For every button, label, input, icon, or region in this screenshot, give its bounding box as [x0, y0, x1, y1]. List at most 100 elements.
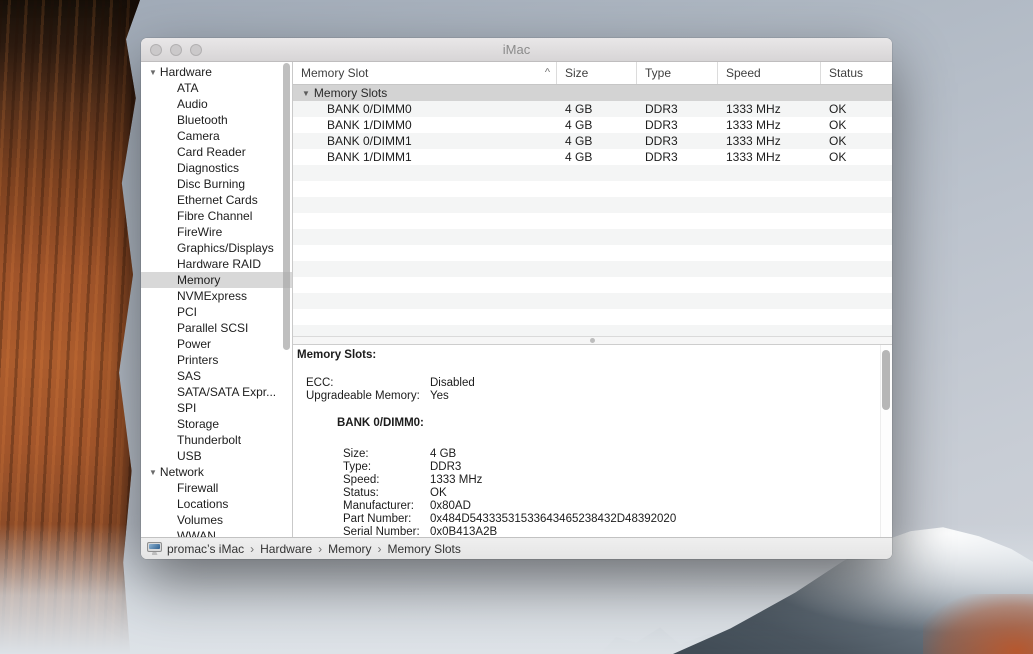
table-empty-rows	[293, 165, 892, 336]
breadcrumb-memory: Memory	[328, 542, 371, 556]
category-sidebar: ▼Hardware ATA Audio Bluetooth Camera Car…	[141, 62, 293, 537]
detail-label: Speed:	[343, 474, 430, 487]
cell-status: OK	[821, 133, 892, 149]
table-header: Memory Slot ^ Size Type Speed Status	[293, 62, 892, 85]
cell-status: OK	[821, 101, 892, 117]
sidebar-section-label: Hardware	[160, 65, 212, 79]
cell-slot: BANK 0/DIMM1	[293, 133, 557, 149]
close-button[interactable]	[150, 44, 162, 56]
disclosure-triangle-icon: ▼	[302, 89, 310, 98]
sidebar-item-storage[interactable]: Storage	[141, 416, 292, 432]
detail-value: Disabled	[430, 377, 475, 390]
column-label: Type	[645, 66, 671, 80]
sidebar-item-hardware-raid[interactable]: Hardware RAID	[141, 256, 292, 272]
window-title: iMac	[503, 42, 530, 57]
detail-label: Type:	[343, 461, 430, 474]
sidebar-section-hardware[interactable]: ▼Hardware	[141, 64, 292, 80]
column-header-speed[interactable]: Speed	[718, 62, 821, 84]
pane-splitter[interactable]	[293, 336, 892, 345]
sidebar-item-wwan[interactable]: WWAN	[141, 528, 292, 537]
memory-slots-pane: Memory Slot ^ Size Type Speed Status ▼ M…	[293, 62, 892, 537]
sidebar-item-printers[interactable]: Printers	[141, 352, 292, 368]
table-row[interactable]: BANK 1/DIMM1 4 GB DDR3 1333 MHz OK	[293, 149, 892, 165]
detail-scrollbar-thumb[interactable]	[882, 350, 890, 410]
sidebar-item-parallel-scsi[interactable]: Parallel SCSI	[141, 320, 292, 336]
table-row[interactable]: BANK 0/DIMM1 4 GB DDR3 1333 MHz OK	[293, 133, 892, 149]
sidebar-item-firewire[interactable]: FireWire	[141, 224, 292, 240]
column-label: Memory Slot	[301, 66, 368, 80]
sidebar-section-network[interactable]: ▼Network	[141, 464, 292, 480]
sidebar-item-sas[interactable]: SAS	[141, 368, 292, 384]
sidebar-item-thunderbolt[interactable]: Thunderbolt	[141, 432, 292, 448]
column-header-size[interactable]: Size	[557, 62, 637, 84]
minimize-button[interactable]	[170, 44, 182, 56]
sidebar-item-volumes[interactable]: Volumes	[141, 512, 292, 528]
sidebar-item-ata[interactable]: ATA	[141, 80, 292, 96]
cell-status: OK	[821, 117, 892, 133]
sidebar-item-locations[interactable]: Locations	[141, 496, 292, 512]
cell-slot: BANK 1/DIMM1	[293, 149, 557, 165]
detail-scrollbar-track[interactable]	[880, 345, 892, 537]
breadcrumb-memory-slots: Memory Slots	[388, 542, 461, 556]
column-label: Speed	[726, 66, 761, 80]
sidebar-item-sata[interactable]: SATA/SATA Expr...	[141, 384, 292, 400]
cell-type: DDR3	[637, 117, 718, 133]
sidebar-item-spi[interactable]: SPI	[141, 400, 292, 416]
detail-value: 0x0B413A2B	[430, 526, 497, 537]
autumn-trees	[923, 594, 1033, 654]
detail-label: Status:	[343, 487, 430, 500]
sidebar-item-camera[interactable]: Camera	[141, 128, 292, 144]
imac-icon	[147, 541, 162, 556]
column-label: Status	[829, 66, 863, 80]
column-label: Size	[565, 66, 588, 80]
cell-speed: 1333 MHz	[718, 117, 821, 133]
detail-label: Upgradeable Memory:	[306, 390, 430, 403]
sidebar-item-fibre-channel[interactable]: Fibre Channel	[141, 208, 292, 224]
sidebar-item-usb[interactable]: USB	[141, 448, 292, 464]
cell-size: 4 GB	[557, 101, 637, 117]
breadcrumb-computer: promac’s iMac	[167, 542, 244, 556]
detail-summary: ECC:Disabled Upgradeable Memory:Yes	[293, 377, 892, 403]
sidebar-item-diagnostics[interactable]: Diagnostics	[141, 160, 292, 176]
detail-heading: Memory Slots:	[297, 349, 892, 362]
bank-heading: BANK 0/DIMM0:	[337, 417, 892, 430]
detail-label: Serial Number:	[343, 526, 430, 537]
sidebar-item-nvmexpress[interactable]: NVMExpress	[141, 288, 292, 304]
splitter-grip-icon	[590, 338, 595, 343]
sidebar-item-ethernet-cards[interactable]: Ethernet Cards	[141, 192, 292, 208]
disclosure-triangle-icon: ▼	[149, 68, 157, 77]
group-label: Memory Slots	[314, 86, 387, 100]
cell-type: DDR3	[637, 101, 718, 117]
sidebar-section-label: Network	[160, 465, 204, 479]
window-titlebar[interactable]: iMac	[141, 38, 892, 62]
sidebar-item-audio[interactable]: Audio	[141, 96, 292, 112]
sidebar-item-firewall[interactable]: Firewall	[141, 480, 292, 496]
cell-type: DDR3	[637, 149, 718, 165]
sort-ascending-icon: ^	[545, 68, 550, 79]
zoom-button[interactable]	[190, 44, 202, 56]
cell-slot: BANK 1/DIMM0	[293, 117, 557, 133]
table-body: BANK 0/DIMM0 4 GB DDR3 1333 MHz OK BANK …	[293, 101, 892, 165]
table-row[interactable]: BANK 0/DIMM0 4 GB DDR3 1333 MHz OK	[293, 101, 892, 117]
sidebar-item-bluetooth[interactable]: Bluetooth	[141, 112, 292, 128]
detail-value: 0x484D54333531533643465238432D48392020	[430, 513, 676, 526]
sidebar-item-disc-burning[interactable]: Disc Burning	[141, 176, 292, 192]
sidebar-item-pci[interactable]: PCI	[141, 304, 292, 320]
sidebar-scrollbar-thumb[interactable]	[283, 63, 290, 350]
column-header-memory-slot[interactable]: Memory Slot ^	[293, 62, 557, 84]
column-header-type[interactable]: Type	[637, 62, 718, 84]
column-header-status[interactable]: Status	[821, 62, 892, 84]
detail-label: Part Number:	[343, 513, 430, 526]
sidebar-item-graphics-displays[interactable]: Graphics/Displays	[141, 240, 292, 256]
sidebar-item-memory[interactable]: Memory	[141, 272, 292, 288]
window-controls	[150, 44, 202, 56]
detail-value: 0x80AD	[430, 500, 471, 513]
sidebar-item-power[interactable]: Power	[141, 336, 292, 352]
cell-speed: 1333 MHz	[718, 149, 821, 165]
window-content: ▼Hardware ATA Audio Bluetooth Camera Car…	[141, 62, 892, 537]
cell-type: DDR3	[637, 133, 718, 149]
table-group-row-memory-slots[interactable]: ▼ Memory Slots	[293, 85, 892, 101]
detail-value: OK	[430, 487, 447, 500]
table-row[interactable]: BANK 1/DIMM0 4 GB DDR3 1333 MHz OK	[293, 117, 892, 133]
sidebar-item-card-reader[interactable]: Card Reader	[141, 144, 292, 160]
